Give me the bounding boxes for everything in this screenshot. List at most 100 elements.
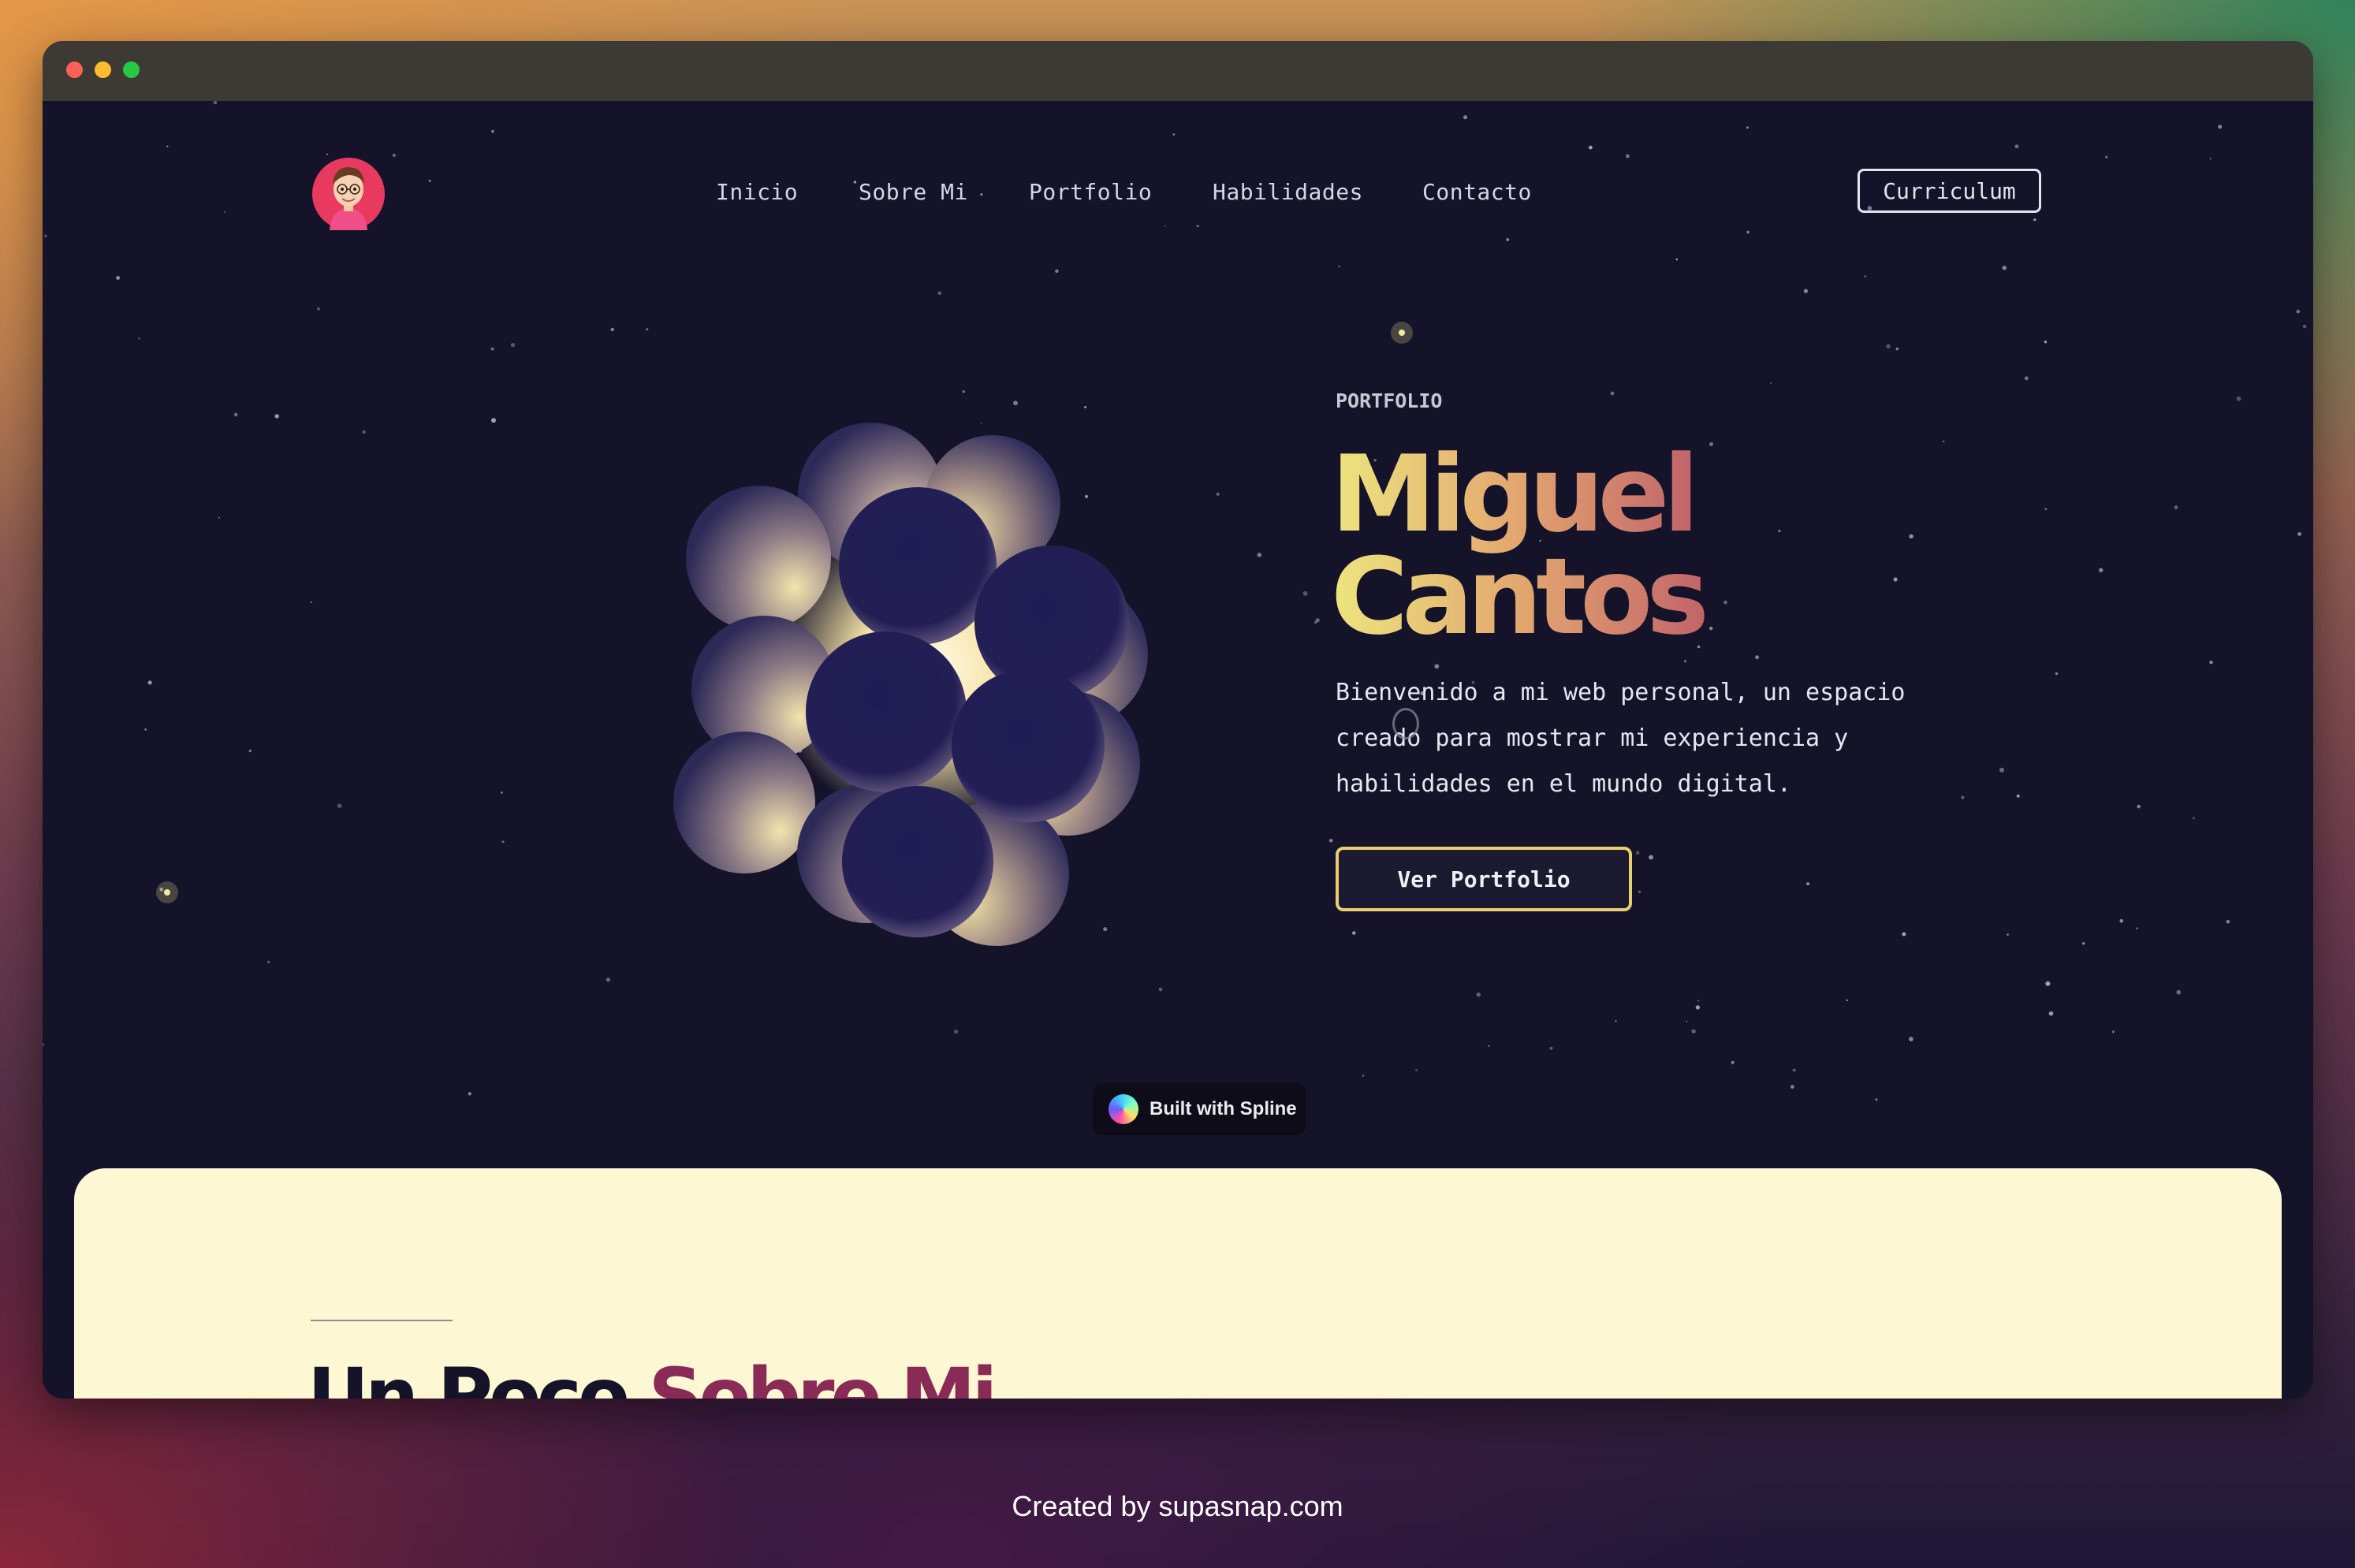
nav-item-contacto[interactable]: Contacto (1422, 179, 1532, 205)
minimize-window-button[interactable] (95, 61, 111, 78)
star (2176, 989, 2182, 995)
star (1158, 987, 1163, 992)
nav-item-sobre-mi[interactable]: Sobre Mi (859, 179, 968, 205)
curriculum-button[interactable]: Curriculum (1858, 169, 2041, 213)
nav-item-inicio[interactable]: Inicio (716, 179, 798, 205)
star (1909, 1037, 1913, 1041)
star (2209, 661, 2213, 665)
star (501, 840, 505, 844)
star (1328, 839, 1333, 843)
star (2044, 341, 2048, 344)
star (144, 728, 147, 731)
glowing-sphere-cluster-graphic (673, 423, 1148, 946)
star (2002, 266, 2007, 270)
star (213, 101, 218, 105)
star (2016, 794, 2020, 798)
star (233, 412, 238, 417)
star (1626, 154, 1630, 158)
star (2297, 532, 2301, 536)
star (2044, 508, 2048, 511)
nav-item-portfolio[interactable]: Portfolio (1029, 179, 1152, 205)
star (1942, 440, 1945, 443)
star (490, 347, 494, 351)
star (1638, 890, 1641, 893)
star (218, 516, 221, 520)
star (1909, 534, 1913, 539)
star (1488, 1045, 1490, 1047)
star (2014, 144, 2019, 149)
star (2007, 933, 2009, 936)
star (1302, 590, 1308, 596)
star (1695, 1005, 1701, 1010)
star (1770, 382, 1772, 384)
star (1746, 126, 1749, 129)
star (1691, 1029, 1696, 1034)
star (2174, 505, 2178, 510)
glow-star-core (1399, 330, 1405, 336)
star (1196, 225, 1199, 228)
star (2099, 568, 2103, 572)
star (2082, 942, 2085, 945)
about-title-part1: Un Poco (307, 1354, 648, 1399)
star (1315, 618, 1320, 623)
star (267, 960, 270, 963)
nav-item-habilidades[interactable]: Habilidades (1213, 179, 1363, 205)
star (606, 978, 611, 982)
star (166, 145, 169, 147)
star (1352, 931, 1356, 935)
star (2055, 672, 2059, 676)
svg-text:Un Poco Sobre Mi.: Un Poco Sobre Mi. (307, 1354, 1019, 1399)
star (2048, 1011, 2054, 1016)
star (2226, 919, 2230, 924)
star (2033, 218, 2036, 222)
star (962, 390, 965, 393)
star (1902, 932, 1906, 937)
glow-star-core (164, 889, 170, 896)
star (248, 749, 252, 753)
star (337, 803, 342, 808)
star (2119, 918, 2124, 923)
star (43, 1043, 44, 1046)
star (1961, 795, 1965, 799)
star (274, 414, 279, 419)
star (1875, 1098, 1878, 1101)
star (1589, 145, 1593, 150)
star (510, 343, 516, 348)
star (2218, 125, 2223, 129)
star (1999, 767, 2004, 773)
spline-badge-label: Built with Spline (1150, 1098, 1297, 1119)
star (2302, 324, 2307, 329)
star (1895, 347, 1899, 351)
star (1463, 115, 1468, 120)
star (1338, 265, 1341, 268)
star (2236, 396, 2241, 401)
star (1216, 492, 1220, 496)
ver-portfolio-button[interactable]: Ver Portfolio (1336, 847, 1632, 911)
star (1697, 1000, 1700, 1002)
star (224, 210, 226, 213)
star (392, 154, 396, 157)
star (1476, 993, 1481, 997)
star (1675, 258, 1679, 261)
star (1013, 400, 1018, 406)
star (1792, 1068, 1796, 1072)
about-title: Un Poco Sobre Mi. (307, 1354, 1023, 1399)
hero-name-line2: Cantos (1331, 535, 1705, 658)
star (1790, 1085, 1794, 1089)
maximize-window-button[interactable] (123, 61, 140, 78)
close-window-button[interactable] (66, 61, 83, 78)
built-with-spline-badge[interactable]: Built with Spline (1093, 1083, 1306, 1135)
star (1886, 344, 1891, 349)
star (317, 307, 320, 311)
star (1731, 1060, 1735, 1064)
star (310, 602, 312, 603)
star (1636, 851, 1640, 855)
star (2105, 155, 2108, 158)
star (1610, 391, 1615, 396)
star (2209, 158, 2212, 160)
footer-credit: Created by supasnap.com (1012, 1490, 1343, 1522)
star (937, 291, 942, 295)
star (491, 418, 496, 423)
star (2111, 1030, 2115, 1034)
star (1686, 1020, 1688, 1022)
